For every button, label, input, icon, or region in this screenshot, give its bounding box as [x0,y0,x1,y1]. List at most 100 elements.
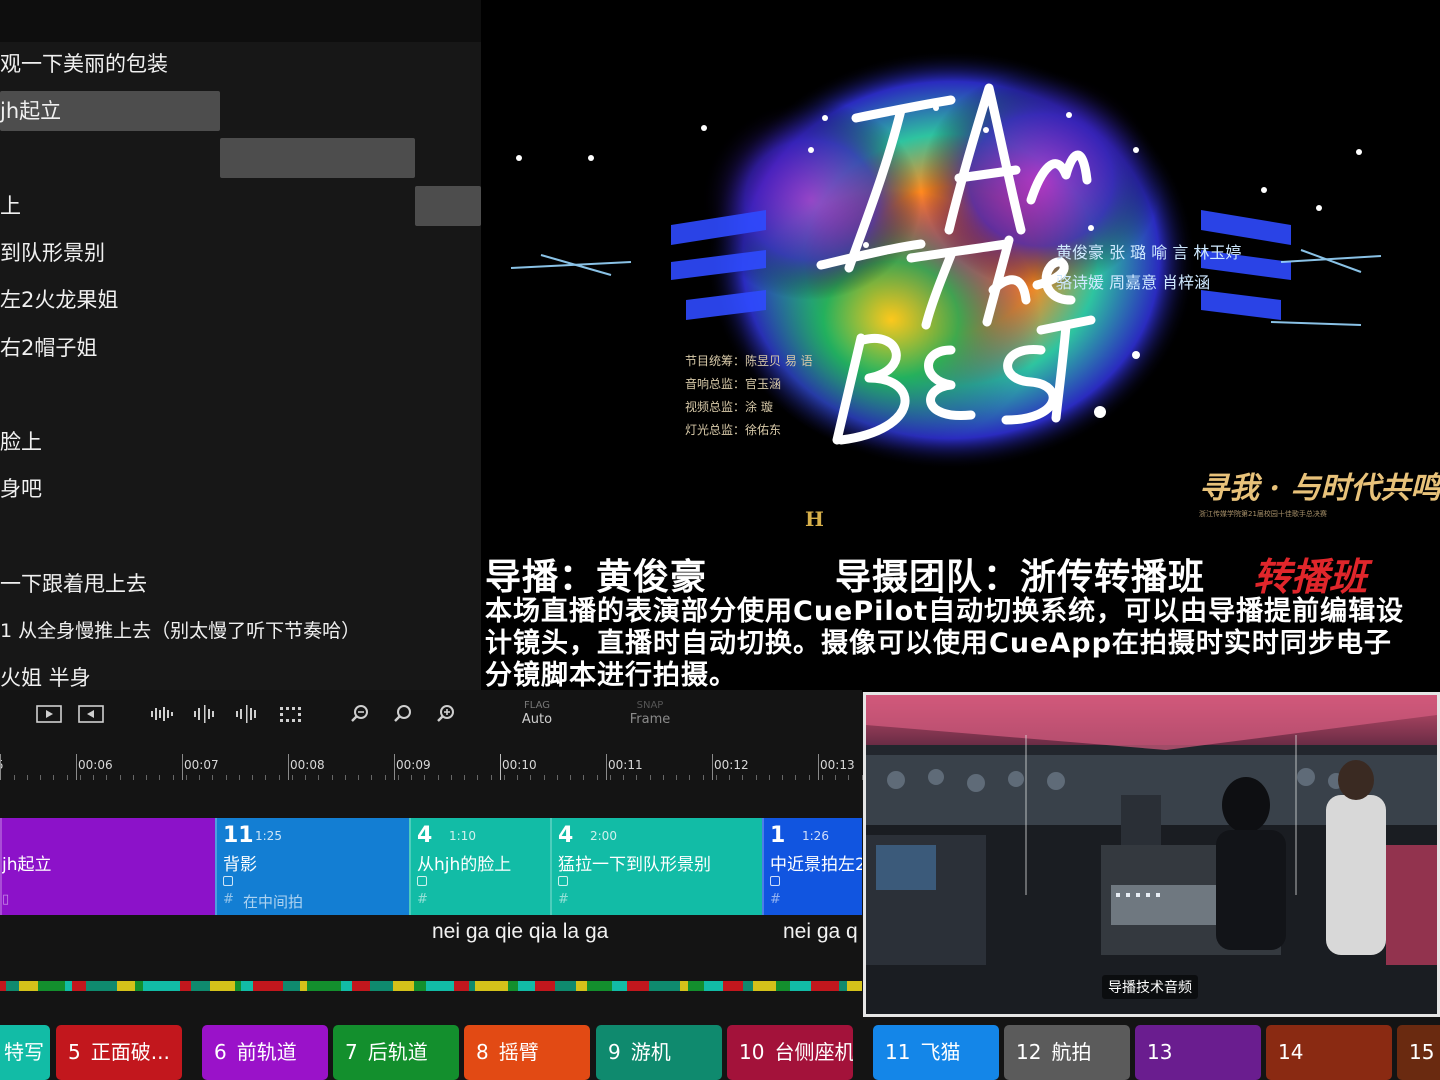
director-credit: 导播：黄俊豪 [485,557,708,598]
camera-button-number: 13 [1147,1040,1173,1064]
ruler-tick [173,775,174,780]
cue-block-duration: 2:00 [590,829,617,843]
cue-block[interactable]: 1 1:26 中近景拍左2 # [762,818,862,915]
overview-segment [648,981,661,991]
credit-line: 音响总监：官玉涵 [685,376,781,391]
overview-segment [65,981,72,991]
camera-button[interactable]: 7 后轨道 [333,1025,459,1080]
ruler-tick [848,775,849,780]
ruler-tick [729,775,730,780]
camera-button[interactable]: 10 台侧座机 [727,1025,853,1080]
ruler-tick [583,775,584,780]
overview-segment [210,981,219,991]
grid-icon[interactable] [275,702,305,726]
flag-mode-toggle[interactable]: FLAG Auto [507,700,567,728]
overview-segment [283,981,300,991]
ruler-tick [159,775,160,780]
playhead-marker[interactable] [500,754,501,780]
cue-overview-strip[interactable] [0,981,863,991]
camera-button[interactable]: 特写 [0,1025,50,1080]
zoom-out-icon[interactable] [345,702,375,726]
camera-button-number: 11 [885,1040,911,1064]
zoom-fit-icon[interactable] [388,702,418,726]
step-back-icon[interactable] [76,702,106,726]
waveform-split-icon[interactable] [190,702,220,726]
ruler-tick [239,775,240,780]
camera-button[interactable]: 9 游机 [596,1025,722,1080]
ruler-tick [252,775,253,780]
cue-row[interactable]: 1 从全身慢推上去（别太慢了听下节奏哈） [0,611,481,651]
overview-segment [444,981,454,991]
cue-row[interactable]: 右2帽子姐 [0,328,481,368]
cuepilot-broadcast-screen: 观一下美丽的包装 jh起立 上 到队形景别 左2火龙果姐 右2帽子姐 脸上 身吧… [0,0,1440,1080]
ruler-tick [557,775,558,780]
cue-block[interactable]: 4 2:00 猛拉一下到队形景别 # [550,818,762,915]
overview-segment [85,981,107,991]
overview-segment [742,981,753,991]
camera-button[interactable]: 11 飞猫 [873,1025,999,1080]
cue-row[interactable]: 一下跟着甩上去 [0,564,481,604]
overview-segment [377,981,393,991]
cue-block[interactable]: 4 1:10 从hjh的脸上 # [409,818,550,915]
camera-button[interactable]: 6 前轨道 [202,1025,328,1080]
cue-row[interactable]: 观一下美丽的包装 [0,44,481,84]
cue-block[interactable]: jh起立 ▯ [0,818,215,915]
cue-row[interactable] [0,375,481,415]
camera-button[interactable]: 14 [1266,1025,1392,1080]
overview-segment [541,981,556,991]
ruler-tick [371,775,372,780]
camera-button[interactable]: 12 航拍 [1004,1025,1130,1080]
ruler-tick [795,775,796,780]
camera-button-number: 7 [345,1040,358,1064]
overview-segment [352,981,370,991]
ruler-tick [636,775,637,780]
overview-segment [488,981,508,991]
cue-row[interactable] [0,516,481,556]
overview-segment [752,981,770,991]
camera-button[interactable]: 15 [1397,1025,1440,1080]
ruler-tick [650,775,651,780]
overview-segment [776,981,791,991]
cue-row[interactable]: 上 [0,186,481,226]
cue-block-camera-number: 1 [770,823,786,848]
flag-mode-value: Auto [521,712,553,727]
cue-row[interactable] [0,138,481,178]
cue-row[interactable]: 脸上 [0,422,481,462]
overview-segment [5,981,19,991]
cue-block-hash: # [223,892,234,907]
zoom-in-icon[interactable] [431,702,461,726]
cue-block-camera-number: 4 [417,823,433,848]
waveform-icon[interactable] [147,702,177,726]
camera-button-label: 游机 [630,1040,671,1064]
overview-segment [369,981,378,991]
overview-segment [117,981,136,991]
cue-row[interactable]: 火姐 半身 [0,658,481,690]
ruler-tick [517,775,518,780]
cue-row[interactable]: 左2火龙果姐 [0,280,481,320]
overview-segment [426,981,445,991]
camera-button-number: 5 [68,1040,81,1064]
ruler-tick [570,775,571,780]
ruler-major-tick [394,754,395,780]
ruler-tick [769,775,770,780]
waveform-align-icon[interactable] [232,702,262,726]
ruler-tick [40,775,41,780]
ruler-tick [424,775,425,780]
ruler-tick [451,775,452,780]
camera-button[interactable]: 13 [1135,1025,1261,1080]
camera-button[interactable]: 8 摇臂 [464,1025,590,1080]
timeline-ruler[interactable]: 500:0600:0700:0800:0900:1000:1100:1200:1… [0,740,863,790]
overview-segment [627,981,649,991]
overview-segment [392,981,415,991]
overview-segment [847,981,863,991]
cue-block[interactable]: 11 1:25 背影 # 在中间拍 [215,818,409,915]
play-icon[interactable] [34,702,64,726]
cue-row[interactable]: jh起立 [0,91,481,131]
snap-mode-toggle[interactable]: SNAP Frame [620,700,680,728]
cue-row[interactable]: 到队形景别 [0,233,481,273]
ruler-tick [53,775,54,780]
ruler-tick [80,775,81,780]
camera-button[interactable]: 5 正面破... [56,1025,182,1080]
cue-row[interactable]: 身吧 [0,469,481,509]
ruler-tick [279,775,280,780]
